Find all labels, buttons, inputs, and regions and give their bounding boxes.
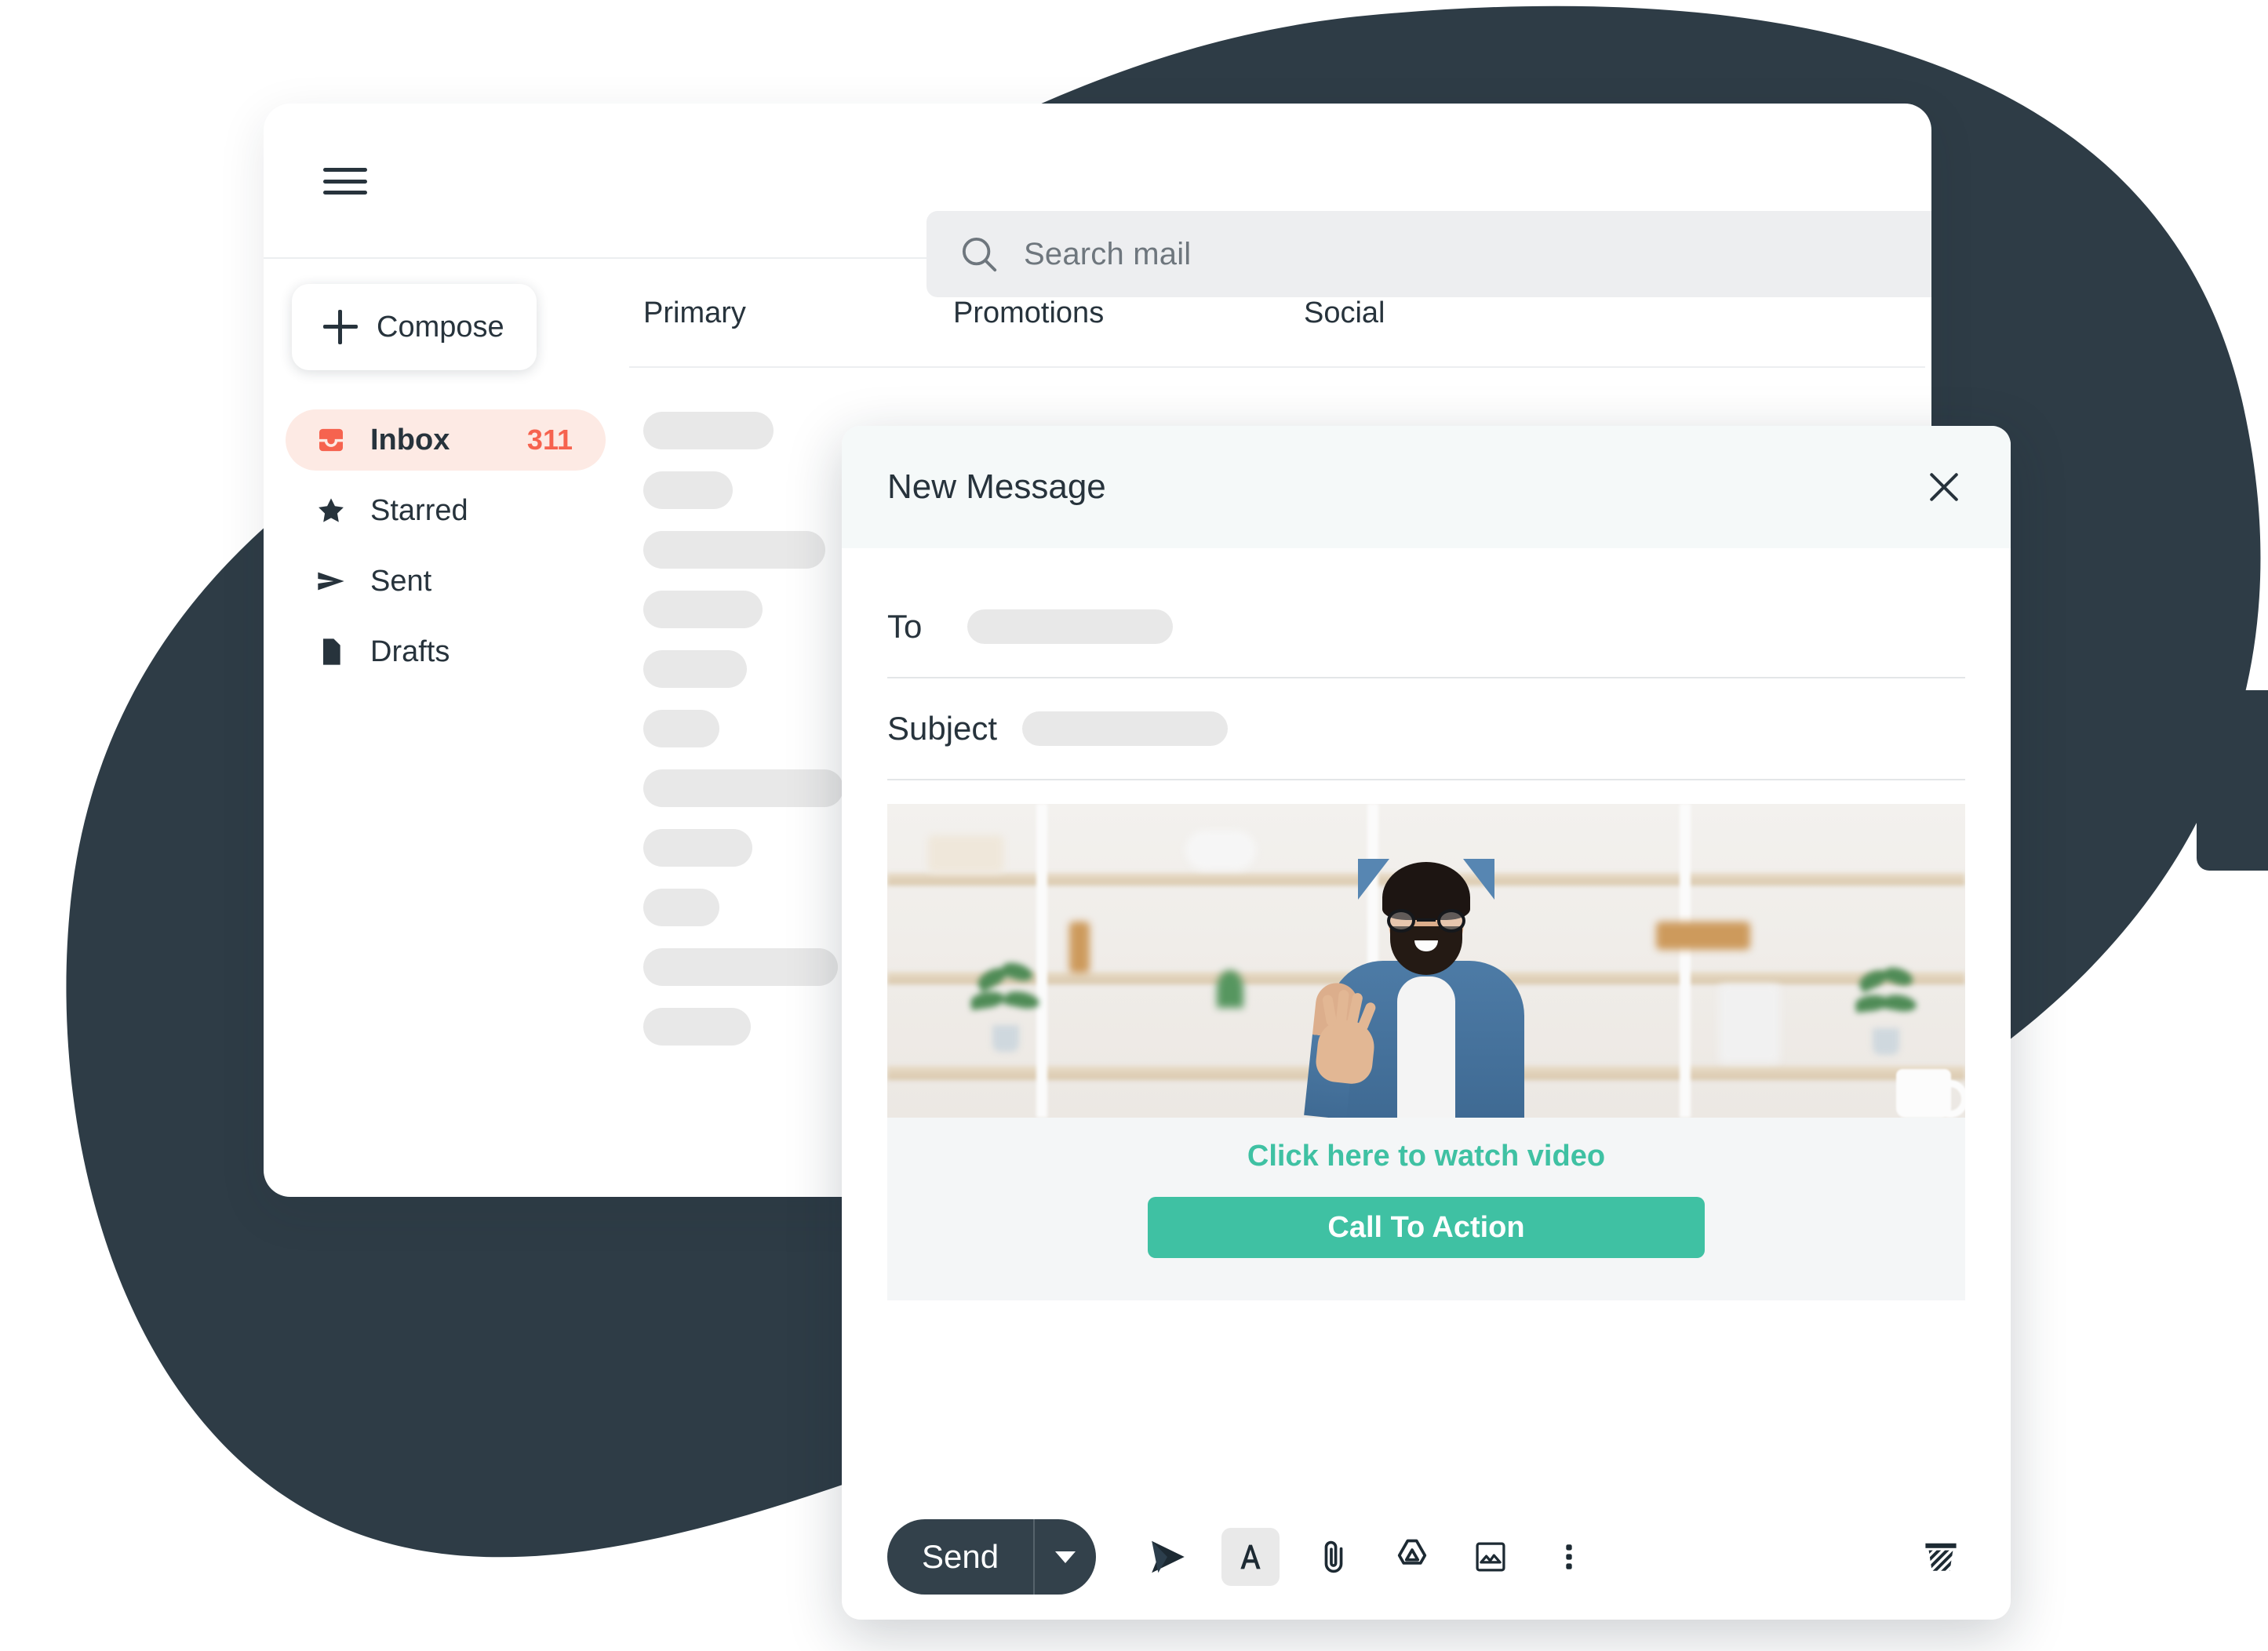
list-item: [643, 650, 747, 688]
sidebar-item-inbox-label: Inbox: [370, 423, 450, 456]
compose-message-window: New Message To Subject Click here to wat…: [842, 426, 2011, 1620]
list-item: [643, 829, 752, 867]
more-options-icon[interactable]: [1545, 1533, 1593, 1581]
list-item: [643, 948, 838, 986]
compose-window-header: New Message: [842, 426, 2011, 548]
to-field-value-placeholder: [967, 609, 1173, 644]
trash-icon[interactable]: [1917, 1533, 1965, 1581]
text-format-icon[interactable]: [1221, 1528, 1280, 1586]
background-blob-tab-right: [2197, 690, 2268, 871]
compose-window-title: New Message: [887, 467, 1106, 506]
sidebar-item-drafts[interactable]: Drafts: [286, 621, 606, 682]
sidebar-item-sent[interactable]: Sent: [286, 551, 606, 612]
sidebar: Compose Inbox 311 Starred Sent Drafts: [264, 259, 629, 1197]
star-icon: [314, 495, 348, 526]
sidebar-nav-list: Inbox 311 Starred Sent Drafts: [264, 409, 629, 682]
compose-email-body: Click here to watch video Call To Action: [887, 804, 1965, 1494]
attach-file-icon[interactable]: [1309, 1533, 1358, 1581]
to-field[interactable]: To: [887, 576, 1965, 678]
sidebar-item-drafts-label: Drafts: [370, 635, 450, 668]
chevron-down-icon[interactable]: [1035, 1551, 1096, 1563]
list-item: [643, 531, 825, 569]
send-button-label: Send: [922, 1538, 999, 1575]
tab-promotions[interactable]: Promotions: [953, 296, 1304, 366]
sidebar-item-sent-label: Sent: [370, 564, 432, 598]
list-item: [643, 412, 774, 449]
compose-button[interactable]: Compose: [292, 284, 537, 370]
tab-social[interactable]: Social: [1304, 296, 1385, 366]
email-cta-panel: Click here to watch video Call To Action: [887, 1118, 1965, 1300]
sidebar-item-starred[interactable]: Starred: [286, 480, 606, 541]
list-item: [643, 591, 763, 628]
call-to-action-button[interactable]: Call To Action: [1148, 1197, 1705, 1258]
subject-field-label: Subject: [887, 710, 998, 747]
subject-field[interactable]: Subject: [887, 678, 1965, 780]
tab-primary[interactable]: Primary: [643, 296, 953, 366]
list-item: [643, 1008, 751, 1046]
hero-photo-image: [887, 804, 1965, 1118]
list-item: [643, 769, 843, 807]
person-waving: [1297, 859, 1556, 1118]
inbox-icon: [314, 424, 348, 456]
hamburger-menu-icon[interactable]: [323, 165, 367, 197]
inbox-unread-count: 311: [526, 424, 573, 456]
send-button[interactable]: Send: [887, 1519, 1097, 1595]
compose-button-label: Compose: [377, 310, 504, 344]
app-topbar: Search mail: [264, 104, 1931, 297]
send-plane-icon[interactable]: [1143, 1533, 1192, 1581]
watch-video-link[interactable]: Click here to watch video: [887, 1140, 1965, 1173]
drafts-icon: [314, 636, 348, 667]
send-icon: [314, 565, 348, 597]
sidebar-item-starred-label: Starred: [370, 493, 468, 527]
list-item: [643, 889, 719, 926]
drive-icon[interactable]: [1388, 1533, 1436, 1581]
list-item: [643, 471, 733, 509]
compose-toolbar: Send: [842, 1494, 2011, 1620]
plus-icon: [323, 310, 358, 344]
to-field-label: To: [887, 608, 923, 645]
close-icon[interactable]: [1923, 466, 1965, 508]
sidebar-item-inbox[interactable]: Inbox 311: [286, 409, 606, 471]
insert-photo-icon[interactable]: [1466, 1533, 1515, 1581]
subject-field-value-placeholder: [1022, 711, 1228, 746]
coffee-mug: [1896, 1069, 1965, 1118]
mail-category-tabs: Primary Promotions Social: [629, 296, 1931, 366]
list-item: [643, 710, 719, 747]
